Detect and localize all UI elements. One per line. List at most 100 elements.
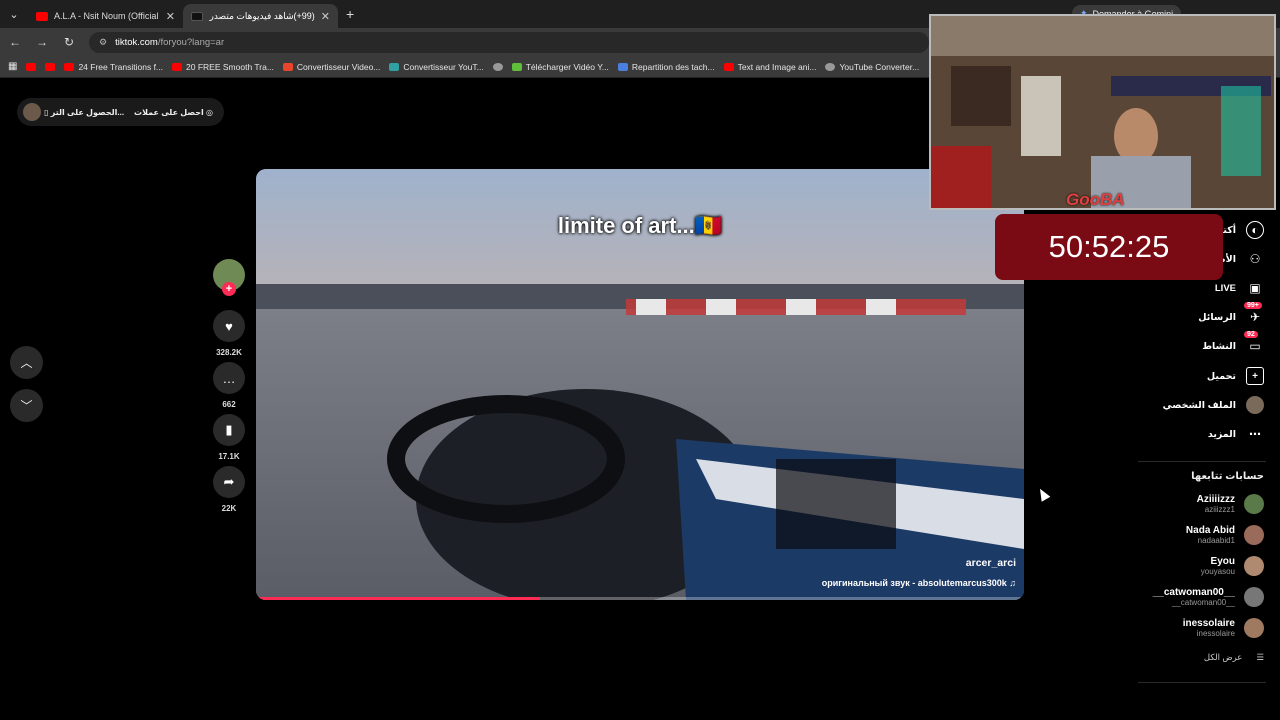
comment-count: 662 [222,400,236,409]
converter-icon [389,62,400,71]
save-count: 17.1K [218,452,240,461]
like-action[interactable]: ♥ 328.2K [212,310,246,357]
bookmark-item[interactable] [45,62,56,71]
divider [1138,461,1266,462]
bookmark-item[interactable]: YouTube Converter... [825,62,919,72]
messages-badge: 99+ [1244,302,1262,309]
stream-timer: 50:52:25 [995,214,1223,280]
list-icon: ☰ [1256,652,1264,662]
tab-youtube[interactable]: A.L.A - Nsit Noum (Official Mus ✕ [28,4,183,28]
following-item[interactable]: __catwoman00__ __catwoman00__ [1153,587,1264,607]
video-progress-bar[interactable] [256,597,1024,600]
activity-icon: ▭ 92 [1244,331,1264,355]
chevron-up-icon: ︿ [20,356,33,370]
previous-video-button[interactable]: ︿ [10,346,43,379]
next-video-button[interactable]: ﹀ [10,389,43,422]
video-author[interactable]: arcer_arci [966,557,1016,569]
webcam-overlay [929,14,1276,210]
share-count: 22K [221,504,237,513]
friends-icon: ⚇ [1249,252,1261,266]
tab-title: A.L.A - Nsit Noum (Official Mus [54,11,160,21]
bookmark-item[interactable] [492,62,503,71]
bookmark-item[interactable]: Repartition des tach... [617,62,715,72]
sidebar-item-live[interactable]: LIVE ▣ [1215,279,1264,297]
progress-fill [256,597,541,600]
globe-icon [825,62,836,71]
close-tab-icon[interactable]: ✕ [321,10,330,23]
bookmark-item[interactable]: Convertisseur Video... [282,62,380,72]
chevron-down-icon: ﹀ [20,399,33,413]
back-icon[interactable]: ← [3,35,27,49]
bookmark-item[interactable]: Text and Image ani... [723,62,816,72]
sidebar-item-upload[interactable]: تحميل + [1207,367,1264,385]
sidebar-item-profile[interactable]: الملف الشخصي [1163,396,1264,414]
youtube-icon [45,62,56,71]
profile-icon [1246,396,1264,414]
docs-icon [617,62,628,71]
coins-pill[interactable]: ▯ الحصول على التر... احصل على عملات ◎ [17,98,224,126]
url-field[interactable]: ⚙ tiktok.com/foryou?lang=ar [89,31,929,53]
get-app-label[interactable]: ▯ الحصول على التر... [44,108,124,117]
save-action[interactable]: ▮ 17.1K [212,414,246,461]
more-icon: ⋯ [1249,427,1261,441]
youtube-icon [64,62,75,71]
webcam-frame [931,16,1274,208]
reload-icon[interactable]: ↻ [57,35,81,49]
streamer-name: GooBA [1066,190,1125,209]
phone-icon: ▯ [44,107,51,117]
messages-icon: ✈ 99+ [1244,302,1264,326]
following-item[interactable]: Nada Abid nadaabid1 [1186,525,1264,545]
avatar [1244,525,1264,545]
following-title: حسابات تتابعها [1191,471,1264,482]
follow-plus-icon[interactable]: + [222,282,236,296]
sidebar-item-messages[interactable]: الرسائل ✈ 99+ [1198,302,1264,326]
avatar [1244,556,1264,576]
bookmark-item[interactable]: 20 FREE Smooth Tra... [172,62,274,72]
globe-icon [492,62,503,71]
bookmark-item[interactable]: Convertisseur YouT... [389,62,484,72]
upload-icon: + [1246,367,1264,385]
youtube-icon [723,62,734,71]
avatar [1244,587,1264,607]
bookmark-item[interactable] [26,62,37,71]
live-icon: ▣ [1249,281,1261,295]
divider [1138,682,1266,683]
sidebar-item-activity[interactable]: النشاط ▭ 92 [1202,331,1264,355]
close-tab-icon[interactable]: ✕ [166,10,175,23]
apps-grid-icon[interactable]: ▦ [8,61,17,72]
heart-icon[interactable]: ♥ [213,310,245,342]
site-info-icon[interactable]: ⚙ [99,37,107,48]
download-icon [511,62,522,71]
following-item[interactable]: inessolaire inessolaire [1183,618,1264,638]
tiktok-favicon-icon [191,11,203,21]
tab-search-chevron-icon[interactable]: ⌄ [0,0,28,28]
explore-icon: ◐ [1246,221,1264,239]
video-player[interactable]: limite of art...🇲🇩 arcer_arci оригинальн… [256,169,1024,600]
new-tab-icon[interactable]: + [346,6,354,22]
youtube-icon [172,62,183,71]
bookmark-item[interactable]: 24 Free Transitions f... [64,62,163,72]
comment-icon[interactable]: … [213,362,245,394]
avatar [1244,494,1264,514]
bookmark-item[interactable]: Télécharger Vidéo Y... [511,62,609,72]
get-coins-label[interactable]: احصل على عملات ◎ [134,108,213,117]
mouse-cursor-icon [1035,486,1051,502]
bookmark-icon[interactable]: ▮ [213,414,245,446]
activity-badge: 92 [1244,331,1258,338]
sidebar-item-more[interactable]: المزيد ⋯ [1208,425,1264,443]
comment-action[interactable]: … 662 [212,362,246,409]
converter-icon [282,62,293,71]
coin-icon: ◎ [203,107,213,117]
share-icon[interactable]: ➦ [213,466,245,498]
following-item[interactable]: Eyou youyasou [1201,556,1264,576]
video-caption: limite of art...🇲🇩 [557,213,723,238]
share-action[interactable]: ➦ 22K [212,466,246,513]
avatar [23,103,41,121]
video-sound[interactable]: оригинальный звук - absolutemarcus300k ♫ [822,578,1016,588]
tab-title: (99+)شاهد فيديوهات متصدر [209,10,315,21]
youtube-favicon-icon [36,11,48,21]
forward-icon[interactable]: → [30,35,54,49]
see-all-link[interactable]: عرض الكل ☰ [1204,652,1264,663]
following-item[interactable]: Aziiiizzz aziiizzz1 [1197,494,1264,514]
tab-tiktok[interactable]: (99+)شاهد فيديوهات متصدر ✕ [183,4,338,28]
